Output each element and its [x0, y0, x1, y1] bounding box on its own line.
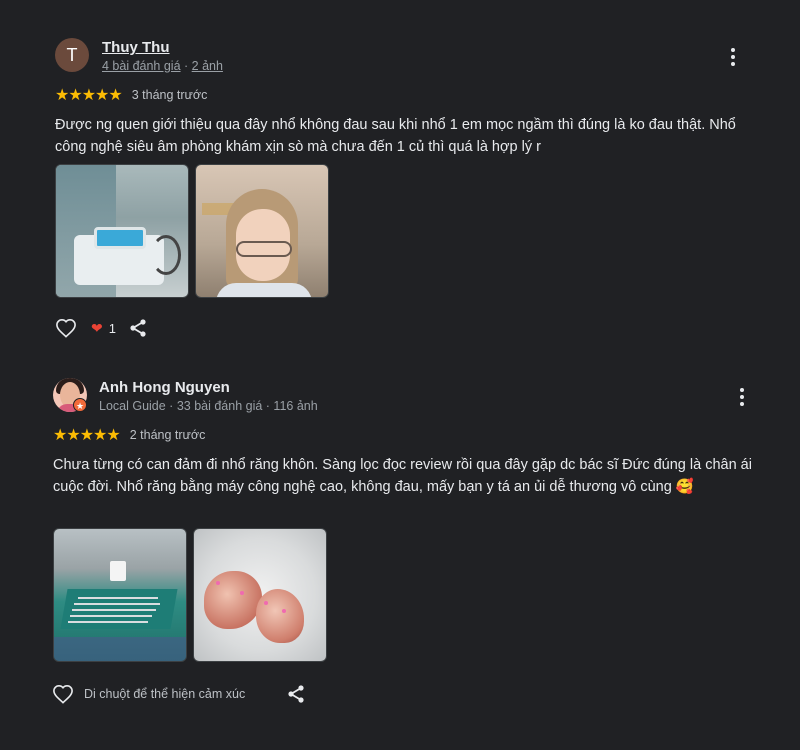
photos-count-link[interactable]: 2 ảnh	[192, 59, 223, 73]
reviewer-meta: Local Guide · 33 bài đánh giá · 116 ảnh	[99, 399, 318, 413]
meta-separator: ·	[180, 59, 192, 73]
heart-reaction-icon: ❤	[91, 319, 103, 336]
avatar[interactable]: T	[55, 38, 89, 72]
share-icon[interactable]	[128, 318, 148, 338]
star-rating: ★★★★★	[53, 427, 121, 444]
review-photo[interactable]	[53, 528, 187, 662]
rating-row: ★★★★★ 3 tháng trước	[55, 85, 207, 105]
rating-row: ★★★★★ 2 tháng trước	[53, 425, 205, 445]
review-time: 2 tháng trước	[129, 428, 206, 442]
review-actions: Di chuột để thể hiện cảm xúc	[52, 684, 304, 704]
reviewer-meta: 4 bài đánh giá · 2 ảnh	[102, 59, 223, 73]
local-guide-badge-icon: ★	[73, 398, 87, 412]
review-photos	[55, 164, 329, 298]
reviewer-name[interactable]: Anh Hong Nguyen	[99, 379, 230, 396]
reaction-count[interactable]: ❤ 1	[91, 320, 116, 337]
review-header: ★ Anh Hong Nguyen Local Guide · 33 bài đ…	[0, 378, 800, 418]
review-photos	[53, 528, 327, 662]
share-icon[interactable]	[286, 684, 306, 704]
review-actions: ❤ 1	[55, 318, 148, 338]
review-card: T Thuy Thu 4 bài đánh giá · 2 ảnh ★★★★★ …	[0, 38, 800, 338]
review-time: 3 tháng trước	[131, 88, 208, 102]
star-rating: ★★★★★	[55, 87, 123, 104]
reviews-count-link[interactable]: 4 bài đánh giá	[102, 59, 181, 73]
more-options-icon[interactable]	[723, 46, 743, 68]
reaction-count-value: 1	[108, 320, 116, 336]
review-text: Được ng quen giới thiệu qua đây nhổ khôn…	[55, 117, 736, 155]
like-heart-icon[interactable]	[55, 318, 77, 338]
review-photo[interactable]	[55, 164, 189, 298]
reaction-hint: Di chuột để thể hiện cảm xúc	[84, 687, 246, 701]
more-options-icon[interactable]	[732, 386, 752, 408]
review-header: T Thuy Thu 4 bài đánh giá · 2 ảnh	[0, 38, 800, 78]
review-card: ★ Anh Hong Nguyen Local Guide · 33 bài đ…	[0, 378, 800, 704]
review-photo[interactable]	[193, 528, 327, 662]
review-photo[interactable]	[195, 164, 329, 298]
review-text: Chưa từng có can đảm đi nhổ răng khôn. S…	[53, 457, 752, 495]
like-heart-icon[interactable]	[52, 684, 74, 704]
reviewer-name[interactable]: Thuy Thu	[102, 39, 170, 56]
